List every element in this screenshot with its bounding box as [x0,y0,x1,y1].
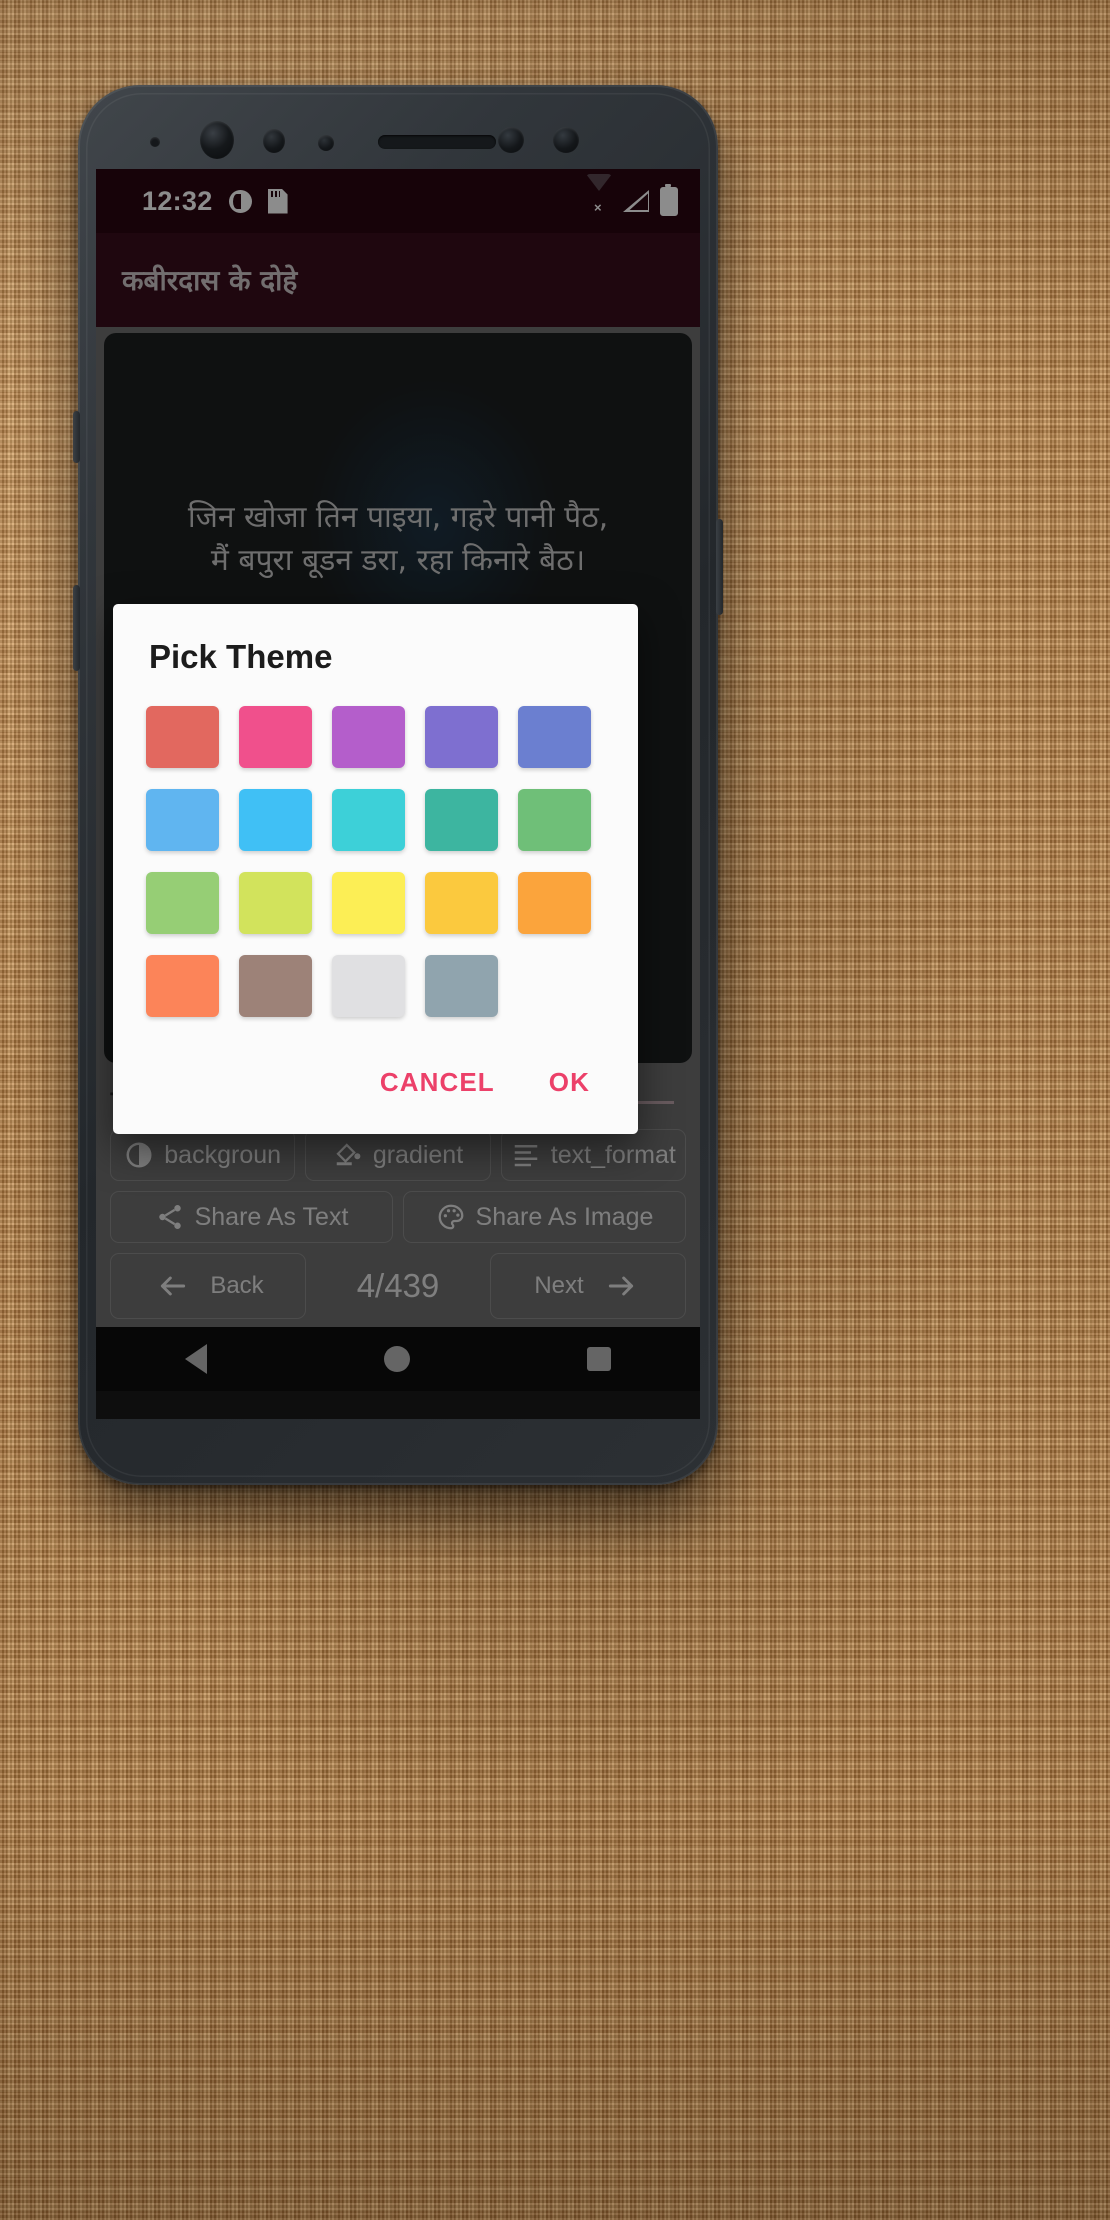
swatch-row [146,955,605,1017]
color-swatch-3-0[interactable] [146,955,219,1017]
ok-button[interactable]: OK [529,1057,610,1108]
color-swatch-0-2[interactable] [332,706,405,768]
color-swatch-2-3[interactable] [425,872,498,934]
dialog-title: Pick Theme [149,638,333,675]
volume-up-button[interactable] [73,411,80,463]
color-swatch-3-1[interactable] [239,955,312,1017]
color-swatch-3-3[interactable] [425,955,498,1017]
cancel-button[interactable]: CANCEL [360,1057,515,1108]
color-swatch-0-0[interactable] [146,706,219,768]
color-swatch-1-2[interactable] [332,789,405,851]
sensor-dot-icon [553,127,579,153]
swatch-row [146,872,605,934]
dialog-actions: CANCEL OK [113,1017,638,1134]
color-swatch-1-0[interactable] [146,789,219,851]
pick-theme-dialog: Pick Theme CANCEL OK [113,604,638,1134]
sensor-dot-icon [150,137,160,147]
phone-sensor-strip [78,99,718,163]
power-button[interactable] [716,519,723,615]
color-swatch-1-3[interactable] [425,789,498,851]
earpiece-speaker [378,135,496,149]
color-swatch-grid [113,706,638,1017]
front-camera-icon [200,121,234,159]
color-swatch-2-4[interactable] [518,872,591,934]
phone-mockup: 12:32 × कबीरदास के दोहे जिन खोजा तिन पाइ… [73,85,723,1485]
volume-down-button[interactable] [73,585,80,671]
swatch-row [146,789,605,851]
color-swatch-2-0[interactable] [146,872,219,934]
sensor-dot-icon [318,135,334,151]
color-swatch-2-2[interactable] [332,872,405,934]
color-swatch-1-4[interactable] [518,789,591,851]
sensor-dot-icon [263,129,285,153]
color-swatch-3-2[interactable] [332,955,405,1017]
phone-screen: 12:32 × कबीरदास के दोहे जिन खोजा तिन पाइ… [96,169,700,1419]
color-swatch-0-1[interactable] [239,706,312,768]
swatch-row [146,706,605,768]
color-swatch-0-4[interactable] [518,706,591,768]
sensor-dot-icon [498,127,524,153]
color-swatch-1-1[interactable] [239,789,312,851]
color-swatch-0-3[interactable] [425,706,498,768]
color-swatch-2-1[interactable] [239,872,312,934]
